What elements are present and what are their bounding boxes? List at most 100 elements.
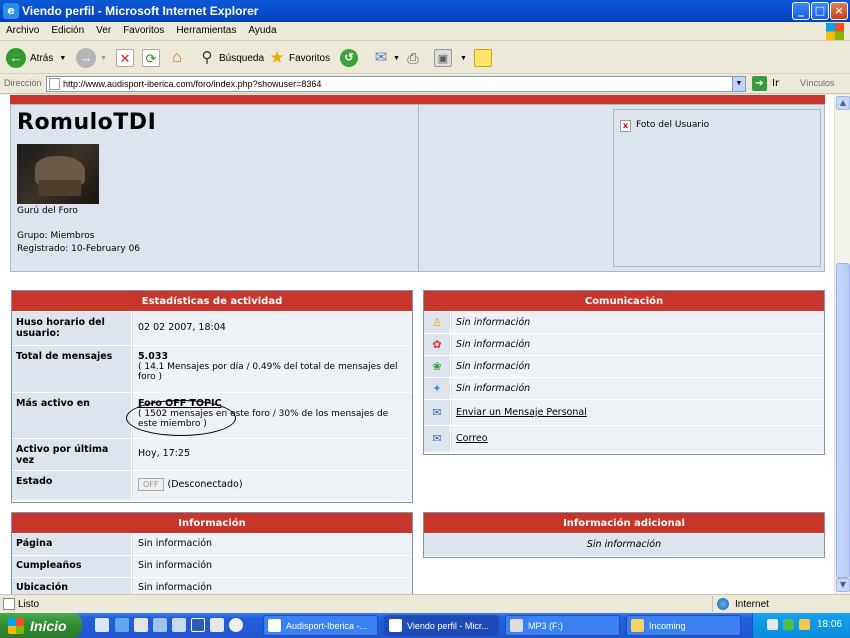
star-icon: ★ — [269, 48, 285, 67]
menu-ver[interactable]: Ver — [90, 22, 117, 39]
quicklaunch-media-icon[interactable] — [229, 618, 243, 632]
menu-herramientas[interactable]: Herramientas — [170, 22, 242, 39]
scroll-up-icon[interactable]: ▲ — [836, 96, 850, 110]
extra-info-panel: Información adicional Sin información — [423, 512, 825, 558]
quicklaunch-ie-icon[interactable] — [115, 618, 129, 632]
send-pm-link[interactable]: Enviar un Mensaje Personal — [452, 400, 824, 425]
scroll-thumb[interactable] — [836, 263, 850, 578]
menu-archivo[interactable]: Archivo — [0, 22, 45, 39]
address-bar: Dirección http://www.audisport-iberica.c… — [0, 74, 850, 94]
quicklaunch-messenger-icon[interactable] — [172, 618, 186, 632]
windows-logo-icon — [826, 23, 844, 40]
edit-button[interactable]: ▣ ▼ — [434, 46, 467, 70]
aim-value: Sin información — [452, 312, 824, 333]
profile-box: RomuloTDI Gurú del Foro Grupo: Miembros … — [10, 104, 825, 272]
print-button[interactable]: ⎙ — [404, 46, 422, 70]
broken-image-icon: x — [620, 120, 631, 132]
search-button[interactable]: ⚲ Búsqueda — [198, 46, 265, 70]
menu-ayuda[interactable]: Ayuda — [242, 22, 282, 39]
quicklaunch-notepad-icon[interactable] — [210, 618, 224, 632]
edit-icon: ▣ — [434, 49, 452, 67]
address-dropdown-icon[interactable]: ▼ — [732, 77, 745, 91]
quicklaunch-word-icon[interactable] — [191, 618, 205, 632]
task-audisport[interactable]: Audisport-Iberica -... — [263, 615, 378, 636]
menu-bar: Archivo Edición Ver Favoritos Herramientas Ay… — [0, 22, 850, 41]
globe-icon — [717, 598, 729, 610]
tray-volume-icon[interactable] — [799, 619, 810, 630]
page-content: RomuloTDI Gurú del Foro Grupo: Miembros … — [0, 95, 834, 594]
username: RomuloTDI — [17, 110, 157, 135]
maximize-button[interactable]: □ — [811, 2, 829, 20]
forward-arrow-icon: → — [76, 48, 96, 68]
mail-dropdown-icon[interactable]: ▼ — [393, 55, 400, 62]
msn-value: Sin información — [452, 334, 824, 355]
favorites-button[interactable]: ★ Favoritos — [268, 46, 330, 70]
windows-flag-icon — [8, 617, 24, 634]
timezone-value: 02 02 2007, 18:04 — [133, 312, 412, 345]
home-button[interactable]: ⌂ — [168, 46, 186, 70]
task-incoming[interactable]: Incoming — [626, 615, 741, 636]
forward-dropdown-icon[interactable]: ▼ — [100, 55, 107, 62]
title-bar: e Viendo perfil - Microsoft Internet Exp… — [0, 0, 850, 22]
envelope-icon: ✉ — [424, 400, 451, 425]
menu-edicion[interactable]: Edición — [45, 22, 90, 39]
page-icon — [49, 78, 60, 90]
offline-badge: OFF — [138, 478, 164, 491]
stats-panel: Estadísticas de actividad Huso horario d… — [11, 290, 413, 503]
quicklaunch-app-icon[interactable] — [153, 618, 167, 632]
go-button[interactable]: ➔ Ir — [752, 76, 779, 91]
last-active-value: Hoy, 17:25 — [133, 439, 412, 470]
menu-favoritos[interactable]: Favoritos — [117, 22, 170, 39]
refresh-button[interactable]: ⟳ — [142, 46, 160, 70]
system-tray: 18:06 — [752, 613, 850, 638]
task-viendo-perfil[interactable]: Viendo perfil - Micr... — [384, 615, 499, 636]
start-button[interactable]: Inicio — [0, 613, 82, 638]
status-bar: Listo Internet — [0, 594, 850, 613]
yahoo-value: Sin información — [452, 378, 824, 399]
edit-dropdown-icon[interactable]: ▼ — [460, 55, 467, 62]
go-arrow-icon: ➔ — [752, 76, 767, 91]
forward-button[interactable]: → ▼ — [76, 46, 107, 70]
address-input[interactable]: http://www.audisport-iberica.com/foro/in… — [46, 76, 746, 92]
back-dropdown-icon[interactable]: ▼ — [59, 55, 66, 62]
vertical-scrollbar[interactable]: ▲ ▼ — [834, 95, 850, 594]
links-label[interactable]: Vínculos — [800, 78, 835, 88]
task-mp3[interactable]: MP3 (F:) — [505, 615, 620, 636]
quicklaunch-desktop-icon[interactable] — [95, 618, 109, 632]
info-row-page: Página Sin información — [12, 534, 412, 556]
scroll-down-icon[interactable]: ▼ — [836, 578, 850, 592]
minimize-button[interactable]: _ — [792, 2, 810, 20]
print-icon: ⎙ — [407, 50, 419, 66]
home-icon: ⌂ — [172, 49, 182, 66]
stats-row-last-active: Activo por última vez Hoy, 17:25 — [12, 439, 412, 471]
page-value: Sin información — [133, 534, 412, 555]
stats-row-state: Estado OFF (Desconectado) — [12, 471, 412, 500]
envelope-icon: ✉ — [424, 426, 451, 452]
stats-row-timezone: Huso horario del usuario: 02 02 2007, 18… — [12, 312, 412, 346]
info-panel: Información Página Sin información Cumpl… — [11, 512, 413, 594]
birthday-label: Cumpleaños — [12, 556, 132, 577]
quicklaunch-explorer-icon[interactable] — [134, 618, 148, 632]
status-text: Listo — [18, 599, 40, 610]
tray-app-icon[interactable] — [783, 619, 794, 630]
comm-row-yahoo: ✦ Sin información — [424, 378, 824, 400]
history-button[interactable]: ↺ — [340, 46, 358, 70]
user-registered: Registrado: 10-February 06 — [17, 244, 141, 254]
messenger-button[interactable] — [474, 46, 492, 70]
back-button[interactable]: ← Atrás ▼ — [6, 46, 66, 70]
folder-icon — [631, 619, 644, 632]
stats-row-active-in: Más activo en Foro OFF TOPIC ( 1502 mens… — [12, 393, 412, 439]
close-button[interactable]: × — [830, 2, 848, 20]
zone-label: Internet — [735, 598, 769, 610]
mail-button[interactable]: ✉ ▼ — [372, 46, 400, 70]
extra-info-title: Información adicional — [424, 513, 824, 534]
comm-row-pm: ✉ Enviar un Mensaje Personal — [424, 400, 824, 426]
comm-panel: Comunicación ♙ Sin información ✿ Sin inf… — [423, 290, 825, 455]
task-incoming-label: Incoming — [649, 620, 686, 631]
msn-icon: ✿ — [424, 334, 451, 355]
email-link[interactable]: Correo — [452, 426, 824, 452]
page-label: Página — [12, 534, 132, 555]
user-rank: Gurú del Foro — [17, 206, 78, 216]
stop-button[interactable]: ✕ — [116, 46, 134, 70]
tray-network-icon[interactable] — [767, 619, 778, 630]
